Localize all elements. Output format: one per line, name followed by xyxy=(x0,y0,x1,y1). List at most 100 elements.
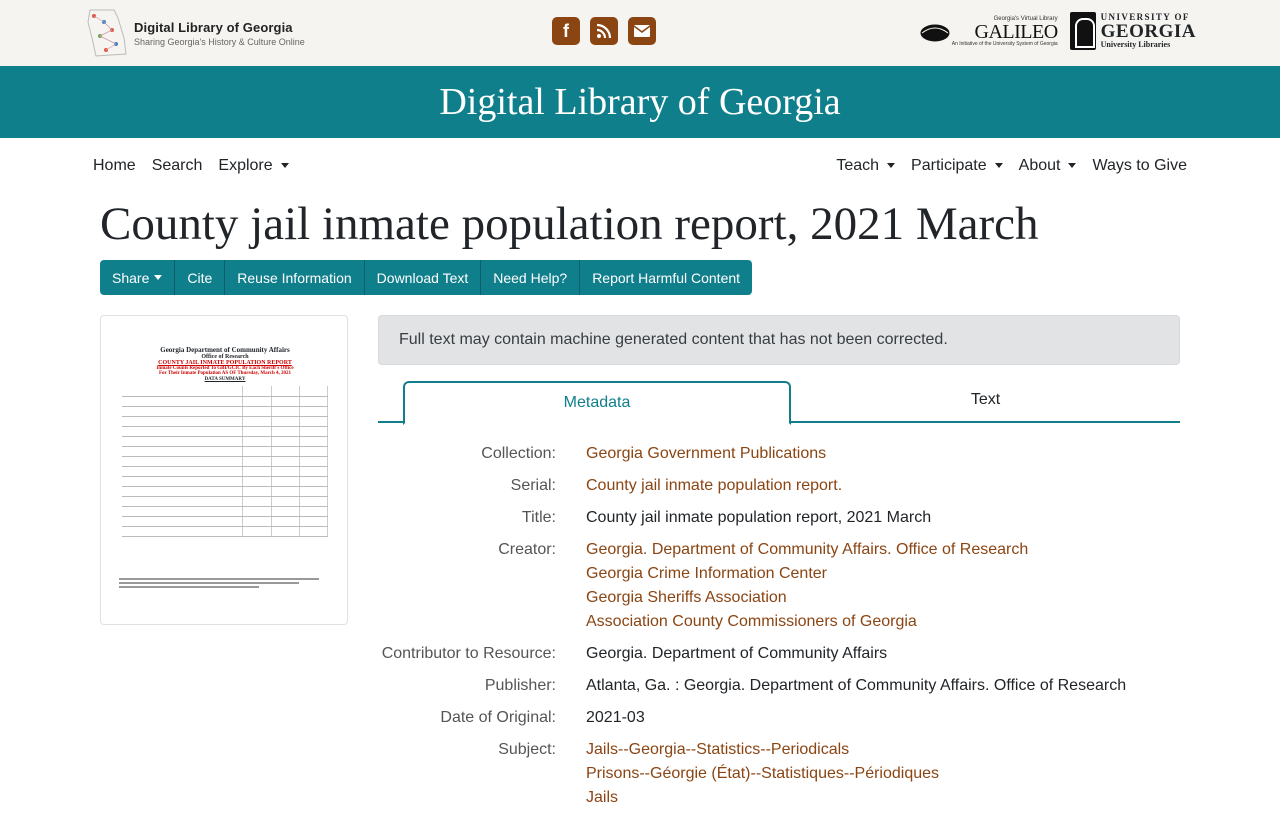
thumb-table-cell xyxy=(122,496,244,507)
georgia-map-icon xyxy=(87,9,127,57)
thumb-table-cell xyxy=(122,436,244,447)
thumb-table-row xyxy=(122,516,329,527)
nav-explore[interactable]: Explore xyxy=(218,157,289,175)
thumb-table-cell xyxy=(271,496,300,507)
thumb-table-row xyxy=(122,396,329,407)
metadata-row-subject: Subject: Jails--Georgia--Statistics--Per… xyxy=(378,738,1180,810)
reuse-information-button[interactable]: Reuse Information xyxy=(225,260,365,295)
thumb-table-cell xyxy=(299,496,329,507)
galileo-globe-icon xyxy=(919,23,951,43)
thumb-table-cell xyxy=(242,476,272,487)
thumb-table-row xyxy=(122,406,329,417)
thumb-table-cell xyxy=(242,426,272,437)
serial-label: Serial: xyxy=(510,477,556,494)
thumb-table-cell xyxy=(242,466,272,477)
creator-link[interactable]: Georgia. Department of Community Affairs… xyxy=(586,538,1028,562)
thumb-table-row xyxy=(122,526,329,537)
thumb-table-cell xyxy=(271,406,300,417)
thumb-table-cell xyxy=(271,526,300,537)
metadata-row-title: Title: County jail inmate population rep… xyxy=(378,506,1180,530)
social-links: f xyxy=(552,17,656,45)
thumb-table-cell xyxy=(242,386,272,397)
thumb-table-cell xyxy=(122,456,244,467)
nav-participate[interactable]: Participate xyxy=(911,157,1003,175)
subject-link[interactable]: Prisons--Géorgie (État)--Statistiques--P… xyxy=(586,762,939,786)
thumb-table-row xyxy=(122,466,329,477)
thumb-table-row xyxy=(122,386,329,397)
nav-explore-label: Explore xyxy=(218,157,273,174)
document-thumbnail[interactable]: Georgia Department of Community Affairs … xyxy=(100,315,348,625)
dlg-logo-link[interactable]: Digital Library of Georgia Sharing Georg… xyxy=(84,8,305,58)
contributor-value: Georgia. Department of Community Affairs xyxy=(586,645,888,662)
collection-label: Collection: xyxy=(481,445,556,462)
facebook-icon[interactable]: f xyxy=(552,17,580,45)
banner-title[interactable]: Digital Library of Georgia xyxy=(439,80,840,124)
subject-link[interactable]: Jails--Georgia--Statistics--Periodicals xyxy=(586,738,939,762)
thumb-table-cell xyxy=(271,506,300,517)
nav-search[interactable]: Search xyxy=(152,157,203,175)
brand-subtitle: Sharing Georgia's History & Culture Onli… xyxy=(134,36,305,47)
chevron-down-icon xyxy=(1068,163,1077,169)
thumb-table-cell xyxy=(122,406,244,417)
thumb-table-row xyxy=(122,486,329,497)
nav-teach[interactable]: Teach xyxy=(836,157,896,175)
nav-home[interactable]: Home xyxy=(93,157,136,175)
rss-icon[interactable] xyxy=(590,17,618,45)
cite-button[interactable]: Cite xyxy=(175,260,226,295)
uga-logo[interactable]: UNIVERSITY OF GEORGIA University Librari… xyxy=(1069,12,1196,50)
metadata-list: Collection: Georgia Government Publicati… xyxy=(378,442,1180,818)
thumb-table-cell xyxy=(271,426,300,437)
share-button[interactable]: Share xyxy=(100,260,176,295)
thumb-table-cell xyxy=(122,526,244,537)
nav-about-label: About xyxy=(1018,157,1061,174)
thumb-table-cell xyxy=(242,496,272,507)
report-harmful-content-button[interactable]: Report Harmful Content xyxy=(580,260,752,295)
galileo-logo[interactable]: Georgia's Virtual Library GALILEO An Ini… xyxy=(918,16,1058,47)
content-tabs: Metadata Text xyxy=(378,381,1180,425)
creator-link[interactable]: Georgia Sheriffs Association xyxy=(586,586,1028,610)
need-help-button[interactable]: Need Help? xyxy=(481,260,581,295)
thumb-table-cell xyxy=(122,386,244,397)
thumb-table-cell xyxy=(299,476,329,487)
thumb-table-cell xyxy=(242,486,272,497)
thumb-table-row xyxy=(122,416,329,427)
thumb-table-cell xyxy=(122,516,244,527)
thumb-table-cell xyxy=(299,436,329,447)
thumb-table-row xyxy=(122,446,329,457)
thumb-table-cell xyxy=(271,416,300,427)
thumb-table-row xyxy=(122,456,329,467)
thumb-table-cell xyxy=(271,456,300,467)
subject-link[interactable]: Jails xyxy=(586,786,939,810)
email-icon[interactable] xyxy=(628,17,656,45)
tab-text[interactable]: Text xyxy=(791,381,1180,421)
thumb-line6: DATA SUMMARY xyxy=(204,377,246,382)
metadata-row-contributor: Contributor to Resource: Georgia. Depart… xyxy=(378,642,1180,666)
collection-link[interactable]: Georgia Government Publications xyxy=(586,442,826,466)
thumb-table-row xyxy=(122,436,329,447)
title-label: Title: xyxy=(521,509,556,526)
thumb-table-cell xyxy=(299,426,329,437)
thumb-table-cell xyxy=(242,506,272,517)
thumb-table-cell xyxy=(242,396,272,407)
thumb-table-row xyxy=(122,426,329,437)
thumb-table-cell xyxy=(271,446,300,457)
nav-participate-label: Participate xyxy=(911,157,987,174)
partner-logos: Georgia's Virtual Library GALILEO An Ini… xyxy=(918,12,1196,50)
top-strip: Digital Library of Georgia Sharing Georg… xyxy=(0,0,1280,66)
thumb-table-cell xyxy=(299,396,329,407)
creator-link[interactable]: Georgia Crime Information Center xyxy=(586,562,1028,586)
download-text-button[interactable]: Download Text xyxy=(365,260,482,295)
serial-link[interactable]: County jail inmate population report. xyxy=(586,474,842,498)
document-page-image: Georgia Department of Community Affairs … xyxy=(115,346,335,606)
share-label: Share xyxy=(112,269,150,286)
site-banner: Digital Library of Georgia xyxy=(0,66,1280,138)
tab-metadata[interactable]: Metadata xyxy=(403,381,791,425)
publisher-value: Atlanta, Ga. : Georgia. Department of Co… xyxy=(586,677,1127,694)
metadata-row-collection: Collection: Georgia Government Publicati… xyxy=(378,442,1180,466)
creator-link[interactable]: Association County Commissioners of Geor… xyxy=(586,610,1028,634)
thumb-table-cell xyxy=(271,516,300,527)
nav-about[interactable]: About xyxy=(1019,157,1077,175)
thumb-table-cell xyxy=(122,416,244,427)
nav-ways-to-give[interactable]: Ways to Give xyxy=(1092,157,1187,175)
chevron-down-icon xyxy=(154,275,163,280)
